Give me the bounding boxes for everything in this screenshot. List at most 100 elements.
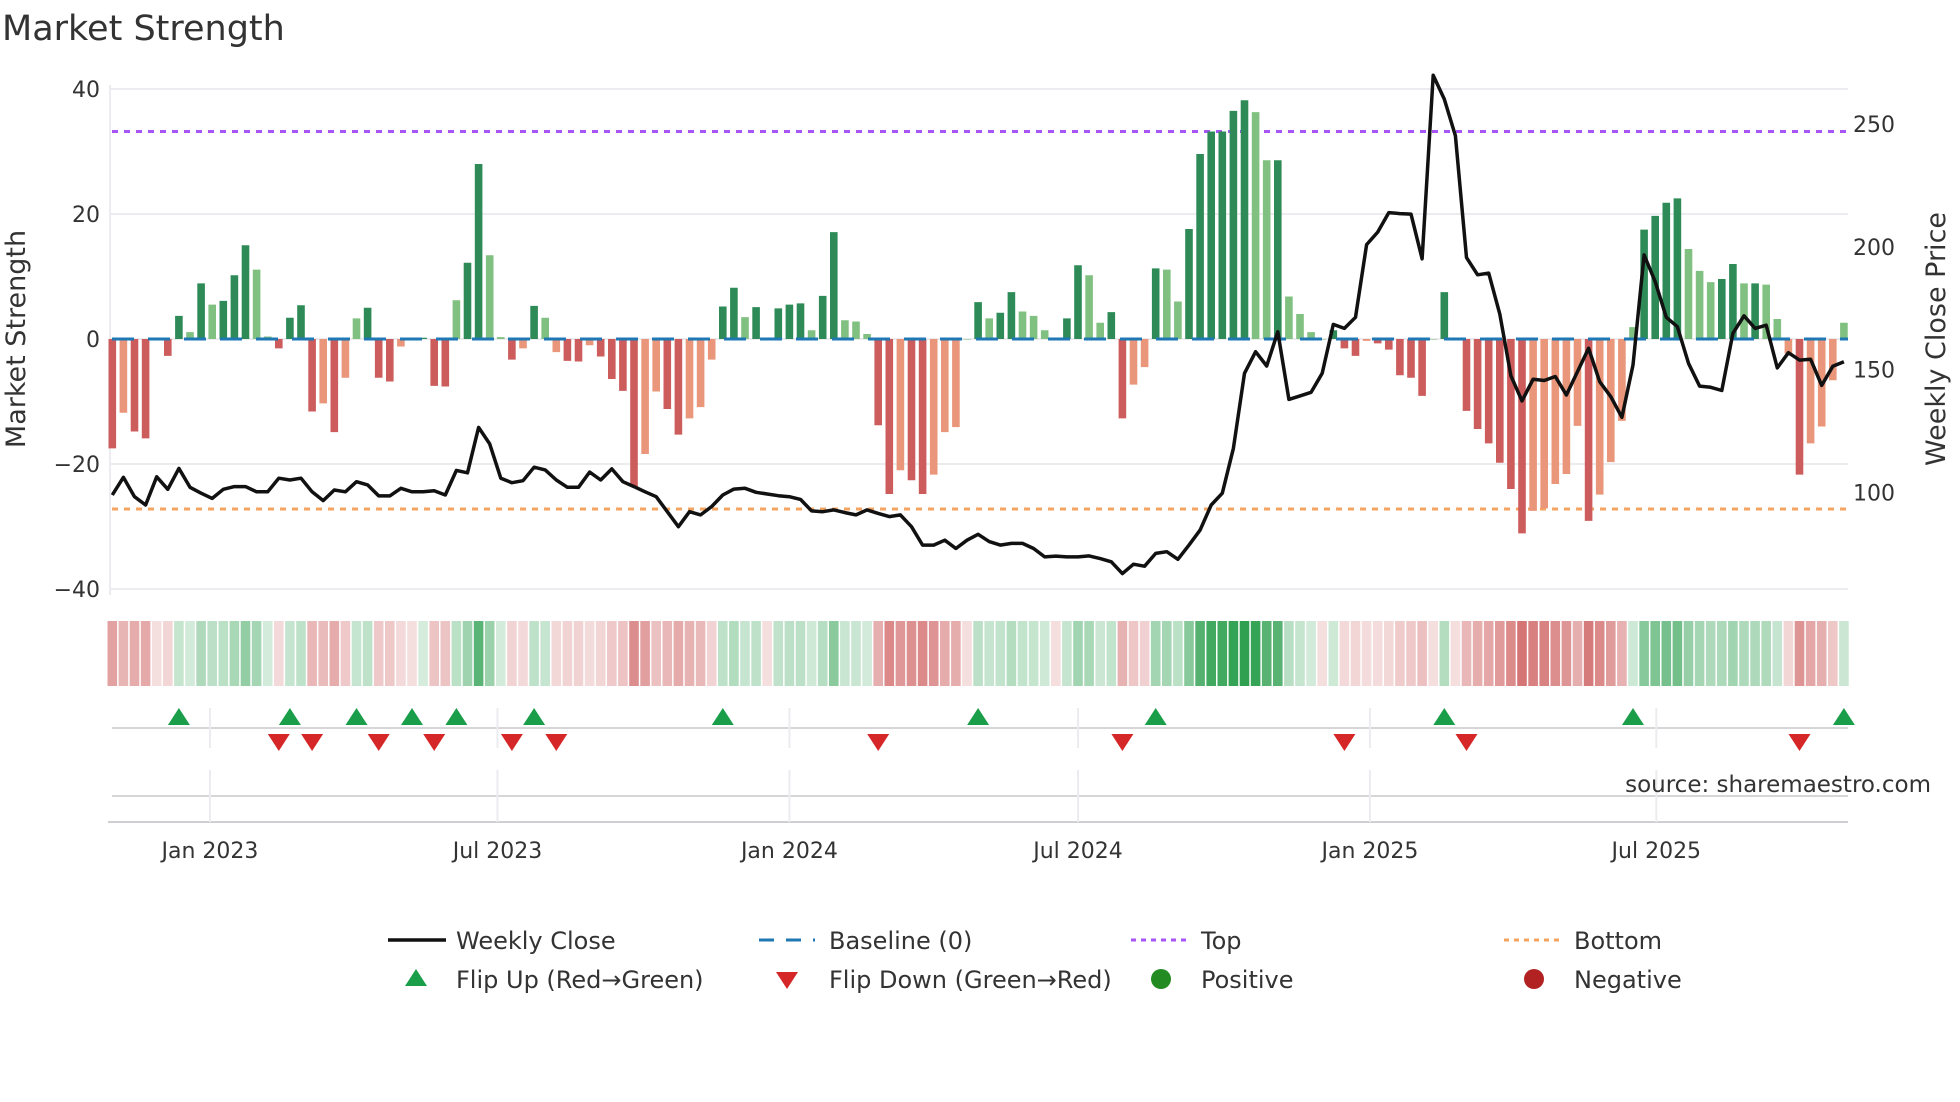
strip-cell bbox=[1273, 621, 1283, 686]
strength-bar bbox=[330, 339, 339, 433]
strip-cell bbox=[1728, 621, 1738, 686]
strip-cell bbox=[1395, 621, 1405, 686]
strip-cell bbox=[795, 621, 806, 686]
strip-cell bbox=[706, 621, 717, 686]
strip-cell bbox=[1184, 621, 1194, 686]
strength-bar bbox=[319, 339, 327, 404]
strip-cell bbox=[451, 621, 462, 686]
strip-cell bbox=[251, 621, 262, 686]
strip-cell bbox=[196, 621, 206, 686]
strength-bar bbox=[1473, 339, 1482, 429]
strength-bar bbox=[774, 308, 783, 339]
strip-cell bbox=[262, 621, 273, 686]
strip-cell bbox=[1062, 621, 1072, 686]
strength-bar bbox=[1595, 339, 1604, 495]
strength-bar bbox=[363, 307, 372, 339]
strip-cell bbox=[1517, 621, 1527, 686]
strength-bar bbox=[1229, 110, 1238, 339]
strength-bar bbox=[508, 339, 516, 360]
strip-cell bbox=[351, 621, 362, 686]
strip-cell bbox=[1495, 621, 1505, 686]
strip-cell bbox=[862, 621, 872, 686]
strip-cell bbox=[1206, 621, 1216, 686]
strip-cell bbox=[1028, 621, 1039, 686]
strip-cell bbox=[1828, 621, 1838, 686]
x-axis-ticks: Jan 2023 Jul 2023 Jan 2024 Jul 2024 Jan 2025… bbox=[160, 839, 1702, 864]
strip-cell bbox=[1606, 621, 1616, 686]
strip-cell bbox=[140, 621, 151, 686]
strip-cell bbox=[540, 621, 550, 686]
strength-bar bbox=[1185, 229, 1193, 339]
market-strength-chart: Market Strength 40200−20−40 250200150100… bbox=[1, 9, 1952, 994]
strength-bar bbox=[674, 339, 683, 435]
strip-cell bbox=[1150, 621, 1161, 686]
strip-cell bbox=[995, 621, 1006, 686]
strength-bar bbox=[918, 339, 927, 494]
x-tick-label: Jul 2025 bbox=[1610, 839, 1702, 864]
legend-flip-up[interactable]: Flip Up (Red→Green) bbox=[405, 966, 704, 994]
legend-positive[interactable]: Positive bbox=[1151, 966, 1294, 994]
legend-flip-down[interactable]: Flip Down (Green→Red) bbox=[776, 966, 1112, 994]
strip-cell bbox=[1761, 621, 1771, 686]
strength-bar bbox=[719, 306, 727, 339]
strength-bar bbox=[1262, 160, 1271, 339]
strength-bar bbox=[352, 318, 361, 339]
flip-down-marker bbox=[1111, 734, 1134, 751]
strength-bar bbox=[630, 339, 638, 487]
strip-cell bbox=[906, 621, 917, 686]
strength-bar bbox=[497, 337, 505, 339]
strength-bar bbox=[208, 304, 216, 339]
strip-cell bbox=[429, 621, 439, 686]
strength-bar bbox=[796, 303, 805, 339]
flip-down-marker bbox=[301, 734, 324, 751]
strength-bar bbox=[841, 320, 849, 339]
flip-up-marker bbox=[1622, 708, 1644, 725]
strip-cell bbox=[207, 621, 217, 686]
strip-cell bbox=[1650, 621, 1660, 686]
triangle-down-icon bbox=[776, 972, 798, 989]
legend-label: Flip Up (Red→Green) bbox=[456, 966, 704, 994]
strip-cell bbox=[440, 621, 451, 686]
strength-bar bbox=[885, 339, 894, 494]
chart-title: Market Strength bbox=[2, 9, 285, 49]
strength-bar bbox=[197, 283, 205, 339]
strip-cell bbox=[1417, 621, 1427, 686]
strength-bar bbox=[141, 339, 150, 439]
legend-weekly-close[interactable]: Weekly Close bbox=[388, 927, 616, 955]
strength-bar bbox=[1751, 283, 1759, 339]
strength-bar bbox=[1407, 339, 1415, 378]
strength-bar bbox=[1207, 131, 1215, 339]
strip-cell bbox=[473, 621, 484, 686]
strip-cell bbox=[1195, 621, 1205, 686]
strength-bar bbox=[663, 339, 672, 409]
strength-bar bbox=[1274, 160, 1282, 339]
flip-up-marker bbox=[711, 708, 734, 725]
strip-cell bbox=[729, 621, 739, 686]
strip-cell bbox=[329, 621, 340, 686]
strip-cell bbox=[662, 621, 673, 686]
strip-cell bbox=[407, 621, 417, 686]
strength-bar bbox=[1396, 339, 1404, 376]
strip-cell bbox=[673, 621, 684, 686]
strip-cell bbox=[1384, 621, 1394, 686]
strength-bar bbox=[1718, 279, 1726, 339]
legend-negative[interactable]: Negative bbox=[1524, 966, 1682, 994]
legend-bottom[interactable]: Bottom bbox=[1504, 927, 1662, 955]
right-axis-title: Weekly Close Price bbox=[1921, 212, 1952, 466]
strip-cell bbox=[496, 621, 506, 686]
strength-bar bbox=[119, 339, 128, 413]
strength-bar bbox=[308, 339, 316, 412]
strength-bar bbox=[830, 232, 838, 339]
legend-top[interactable]: Top bbox=[1131, 927, 1242, 955]
strip-cell bbox=[573, 621, 584, 686]
strip-cell bbox=[362, 621, 373, 686]
legend: Weekly Close Baseline (0) Top Bottom Fli… bbox=[388, 927, 1682, 994]
flip-down-marker bbox=[267, 734, 290, 751]
strength-bar bbox=[1840, 322, 1848, 339]
flip-up-marker bbox=[278, 708, 301, 725]
strip-cell bbox=[595, 621, 606, 686]
flip-down-marker bbox=[867, 734, 890, 751]
flip-down-marker bbox=[500, 734, 523, 751]
flip-up-marker bbox=[1433, 708, 1456, 725]
legend-baseline[interactable]: Baseline (0) bbox=[759, 927, 972, 955]
